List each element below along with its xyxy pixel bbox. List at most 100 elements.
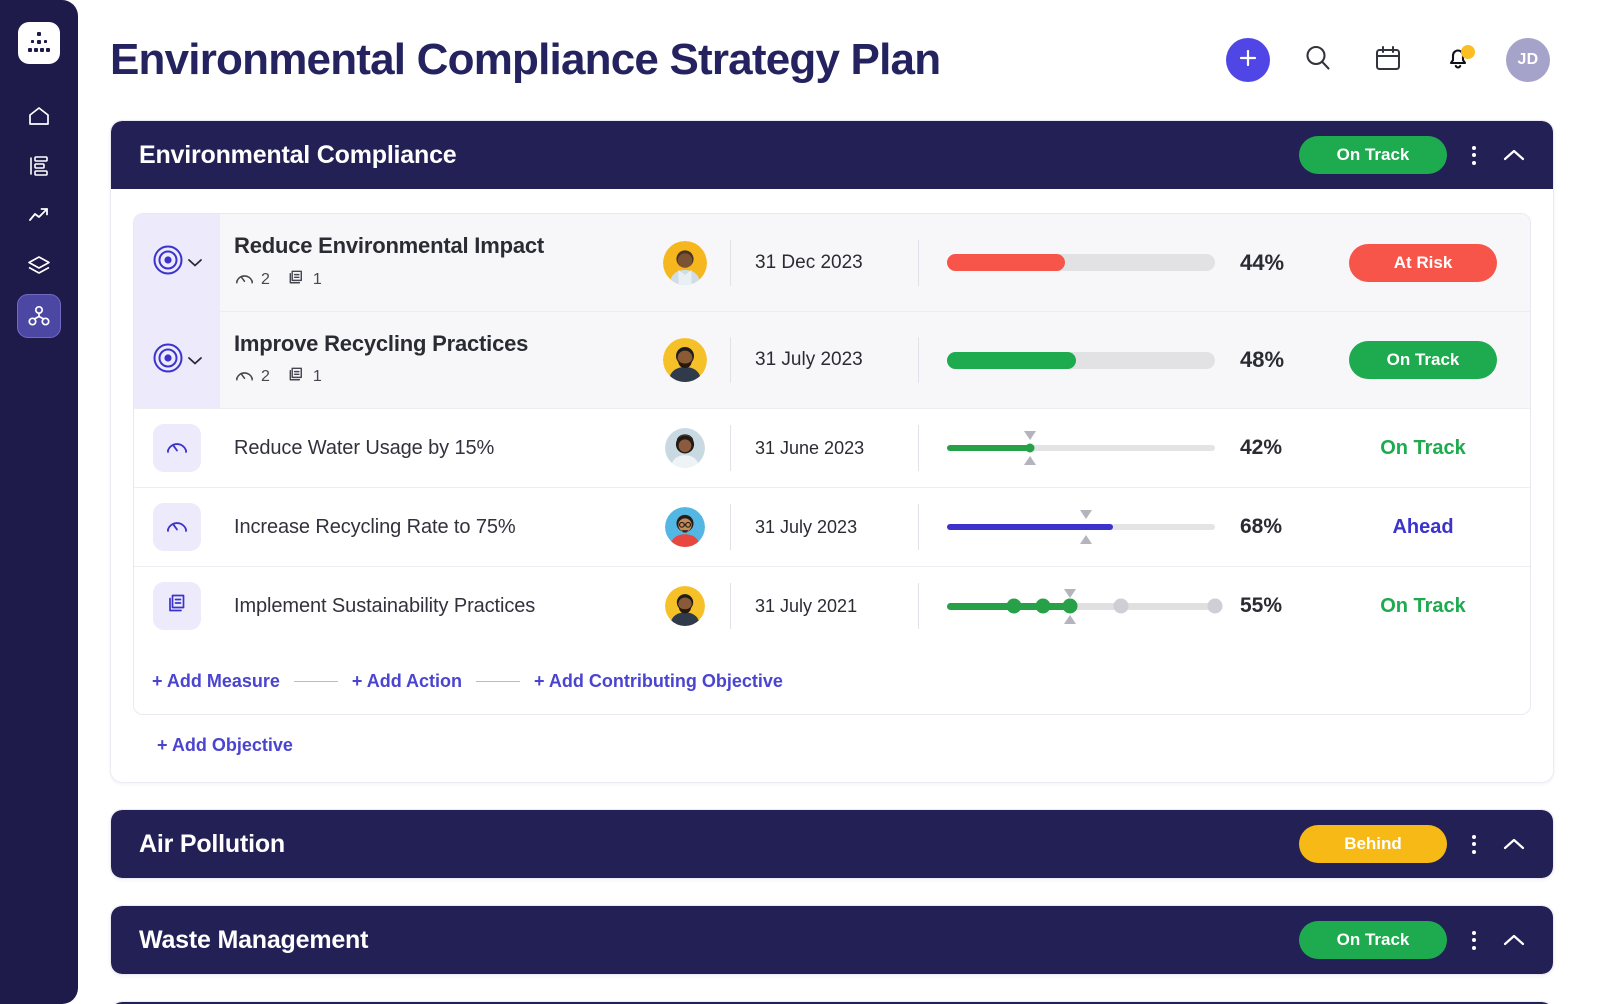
measures-count-chip: 2 [234, 364, 270, 390]
section-header[interactable]: Waste Management On Track [111, 906, 1553, 974]
section-header[interactable]: Environmental Compliance On Track [111, 121, 1553, 189]
action-title: Implement Sustainability Practices [234, 594, 536, 617]
add-action-link[interactable]: + Add Action [352, 671, 462, 692]
section-waste-management: Waste Management On Track [110, 905, 1554, 975]
due-date: 31 June 2023 [730, 425, 918, 471]
sidebar-item-layers[interactable] [17, 244, 61, 288]
avatar [663, 338, 707, 382]
expand-chevron-down-icon[interactable] [187, 355, 203, 366]
measure-slider-knob[interactable] [1025, 443, 1035, 453]
table-row[interactable]: Increase Recycling Rate to 75% 31 July 2… [134, 487, 1530, 566]
milestone-dot[interactable] [1062, 598, 1078, 614]
table-row[interactable]: Reduce Water Usage by 15% 31 June 2023 4… [134, 408, 1530, 487]
more-options-icon[interactable] [1457, 923, 1491, 957]
plus-icon [1237, 47, 1259, 74]
section-title: Environmental Compliance [139, 140, 457, 169]
row-meta: 2 1 [234, 267, 640, 293]
measures-count: 2 [261, 368, 270, 386]
progress-percent: 44% [1240, 249, 1285, 275]
progress-bar[interactable] [947, 254, 1215, 271]
due-date: 31 July 2023 [730, 504, 918, 550]
measure-slider-fill [947, 445, 1031, 451]
milestone-dot[interactable] [1207, 598, 1223, 614]
status-badge[interactable]: Behind [1299, 825, 1447, 863]
sidebar-item-insights[interactable] [17, 194, 61, 238]
objective-icon-zone[interactable] [134, 312, 220, 408]
actions-count-chip: 1 [286, 267, 322, 293]
progress-bar-col [918, 425, 1218, 471]
collapse-chevron-up-icon[interactable] [1497, 138, 1531, 172]
table-row[interactable]: Improve Recycling Practices 2 1 31 July … [134, 311, 1530, 408]
owner-col[interactable] [640, 428, 730, 468]
collapse-chevron-up-icon[interactable] [1497, 923, 1531, 957]
expand-chevron-down-icon[interactable] [187, 257, 203, 268]
add-measure-link[interactable]: + Add Measure [152, 671, 280, 692]
sidebar-item-strategy-map[interactable] [17, 294, 61, 338]
user-avatar[interactable]: JD [1506, 38, 1550, 82]
milestone-bar[interactable] [947, 588, 1223, 624]
due-date: 31 July 2023 [730, 337, 918, 383]
measure-slider[interactable] [947, 431, 1215, 465]
measure-slider-fill [947, 524, 1114, 530]
actions-count: 1 [312, 368, 322, 386]
table-row[interactable]: Reduce Environmental Impact 2 1 31 Dec 2… [134, 214, 1530, 311]
progress-bar-col [918, 337, 1218, 383]
gauge-icon [234, 364, 255, 390]
add-links-row: + Add Measure + Add Action + Add Contrib… [134, 645, 1530, 714]
calendar-button[interactable] [1366, 38, 1410, 82]
target-marker-bottom-icon [1080, 535, 1093, 544]
section-title: Waste Management [139, 925, 369, 954]
status-badge[interactable]: On Track [1299, 136, 1447, 174]
search-icon [1302, 42, 1334, 79]
progress-bar[interactable] [947, 351, 1215, 369]
owner-col[interactable] [640, 507, 730, 547]
add-button[interactable] [1226, 38, 1270, 82]
add-objective-link[interactable]: + Add Objective [133, 715, 293, 760]
objective-icon-zone[interactable] [134, 214, 220, 311]
search-button[interactable] [1296, 38, 1340, 82]
row-icon-wrap [134, 409, 220, 487]
owner-col[interactable] [640, 338, 730, 382]
layers-icon [26, 253, 52, 279]
more-options-icon[interactable] [1457, 827, 1491, 861]
hierarchy-logo-icon[interactable] [18, 22, 60, 64]
section-header[interactable]: Air Pollution Behind [111, 810, 1553, 878]
page-title: Environmental Compliance Strategy Plan [110, 35, 941, 84]
status-badge[interactable]: On Track [1299, 921, 1447, 959]
more-options-icon[interactable] [1457, 138, 1491, 172]
collapse-chevron-up-icon[interactable] [1497, 827, 1531, 861]
progress-percent: 68% [1240, 515, 1283, 538]
progress-percent: 55% [1240, 594, 1283, 617]
due-date: 31 July 2021 [730, 583, 918, 629]
measure-icon-tile[interactable] [153, 424, 201, 472]
status-col: On Track [1322, 595, 1530, 618]
measure-icon-tile[interactable] [153, 503, 201, 551]
measure-slider[interactable] [947, 510, 1215, 544]
status-label: Ahead [1392, 515, 1454, 538]
action-icon-tile[interactable] [153, 582, 201, 630]
owner-col[interactable] [640, 240, 730, 285]
notifications-button[interactable] [1436, 38, 1480, 82]
owner-col[interactable] [640, 586, 730, 626]
sidebar-item-plans[interactable] [17, 144, 61, 188]
status-col: On Track [1322, 437, 1530, 460]
avatar [665, 428, 705, 468]
milestone-dot[interactable] [1006, 598, 1022, 614]
table-row[interactable]: Implement Sustainability Practices 31 Ju… [134, 566, 1530, 645]
progress-bar-fill [947, 254, 1065, 271]
status-badge[interactable]: On Track [1349, 341, 1497, 379]
milestone-dot[interactable] [1035, 598, 1051, 614]
status-badge[interactable]: At Risk [1349, 243, 1497, 282]
add-contributing-objective-link[interactable]: + Add Contributing Objective [534, 671, 783, 692]
sidebar-item-home[interactable] [17, 94, 61, 138]
section-air-pollution: Air Pollution Behind [110, 809, 1554, 879]
home-icon [26, 103, 52, 129]
milestone-dot[interactable] [1113, 598, 1129, 614]
due-date: 31 Dec 2023 [730, 239, 918, 286]
sidebar [0, 0, 78, 1004]
objective-title: Reduce Environmental Impact [234, 233, 545, 259]
row-icon-wrap [134, 488, 220, 566]
row-meta: 2 1 [234, 364, 640, 390]
gauge-icon [164, 433, 190, 464]
progress-bar-fill [947, 351, 1076, 369]
